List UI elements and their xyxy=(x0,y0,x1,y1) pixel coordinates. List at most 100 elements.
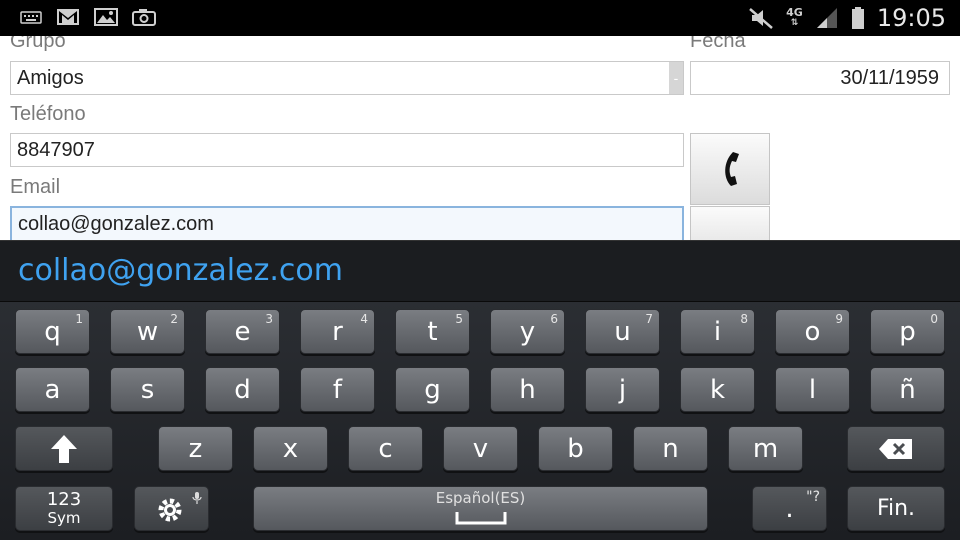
key-char: b xyxy=(567,433,584,464)
key-number: 1 xyxy=(75,312,83,326)
grupo-select[interactable]: Amigos - xyxy=(10,61,684,95)
phone-icon xyxy=(725,152,739,186)
key-number: 6 xyxy=(550,312,558,326)
done-key[interactable]: Fin. xyxy=(847,486,945,531)
key-char: a xyxy=(44,374,61,405)
key-f[interactable]: f xyxy=(300,367,375,412)
key-q[interactable]: q1 xyxy=(15,309,90,354)
key-i[interactable]: i8 xyxy=(680,309,755,354)
key-r[interactable]: r4 xyxy=(300,309,375,354)
on-screen-keyboard: q1 w2 e3 r4 t5 y6 u7 i8 o9 p0 a s d f g … xyxy=(0,302,960,540)
key-char: l xyxy=(808,374,817,405)
key-char: i xyxy=(713,316,722,347)
key-v[interactable]: v xyxy=(443,426,518,471)
symbols-key[interactable]: 123 Sym xyxy=(15,486,113,531)
space-language-label: Español(ES) xyxy=(435,489,526,507)
key-number: 7 xyxy=(645,312,653,326)
key-number: 5 xyxy=(455,312,463,326)
key-u[interactable]: u7 xyxy=(585,309,660,354)
fecha-label: Fecha xyxy=(690,36,746,52)
key-w[interactable]: w2 xyxy=(110,309,185,354)
period-alt: "? xyxy=(806,489,820,505)
key-y[interactable]: y6 xyxy=(490,309,565,354)
grupo-value: Amigos xyxy=(17,66,84,89)
call-button[interactable] xyxy=(690,133,770,205)
key-number: 3 xyxy=(265,312,273,326)
gmail-icon xyxy=(57,9,79,25)
key-g[interactable]: g xyxy=(395,367,470,412)
key-char: q xyxy=(44,316,61,347)
key-char: k xyxy=(709,374,726,405)
symbols-line1: 123 xyxy=(46,488,82,510)
key-z[interactable]: z xyxy=(158,426,233,471)
screenshot-icon xyxy=(132,9,156,26)
keyboard-icon xyxy=(20,11,42,24)
key-enye[interactable]: ñ xyxy=(870,367,945,412)
key-k[interactable]: k xyxy=(680,367,755,412)
key-number: 2 xyxy=(170,312,178,326)
email-value: collao@gonzalez.com xyxy=(18,212,214,235)
shift-key[interactable] xyxy=(15,426,113,471)
key-char: w xyxy=(136,316,159,347)
key-char: u xyxy=(614,316,631,347)
telefono-label: Teléfono xyxy=(10,103,86,125)
symbols-line2: Sym xyxy=(47,508,81,527)
key-j[interactable]: j xyxy=(585,367,660,412)
key-char: r xyxy=(332,316,343,347)
email-button[interactable] xyxy=(690,206,770,240)
key-char: m xyxy=(752,433,779,464)
key-char: c xyxy=(378,433,393,464)
network-4g-icon: 4G ⇅ xyxy=(786,6,803,28)
key-char: h xyxy=(519,374,536,405)
email-field[interactable]: collao@gonzalez.com xyxy=(10,206,684,240)
key-o[interactable]: o9 xyxy=(775,309,850,354)
mail-icon xyxy=(712,231,748,240)
key-number: 9 xyxy=(835,312,843,326)
status-bar-notifications xyxy=(20,8,156,26)
key-char: t xyxy=(427,316,438,347)
microphone-icon xyxy=(192,492,202,504)
key-char: v xyxy=(472,433,489,464)
key-c[interactable]: c xyxy=(348,426,423,471)
key-char: y xyxy=(519,316,536,347)
settings-key[interactable] xyxy=(134,486,209,531)
key-e[interactable]: e3 xyxy=(205,309,280,354)
status-bar: 4G ⇅ 19:05 xyxy=(0,0,960,36)
key-s[interactable]: s xyxy=(110,367,185,412)
mute-icon xyxy=(749,8,773,29)
key-l[interactable]: l xyxy=(775,367,850,412)
grupo-label: Grupo xyxy=(10,36,66,52)
key-m[interactable]: m xyxy=(728,426,803,471)
key-b[interactable]: b xyxy=(538,426,613,471)
key-char: o xyxy=(804,316,821,347)
key-char: z xyxy=(188,433,203,464)
key-number: 0 xyxy=(930,312,938,326)
key-char: f xyxy=(332,374,343,405)
telefono-field[interactable]: 8847907 xyxy=(10,133,684,167)
key-p[interactable]: p0 xyxy=(870,309,945,354)
key-n[interactable]: n xyxy=(633,426,708,471)
fecha-field[interactable]: 30/11/1959 xyxy=(690,61,950,95)
suggestion-word[interactable]: collao@gonzalez.com xyxy=(18,253,343,288)
gear-icon xyxy=(158,498,181,521)
key-a[interactable]: a xyxy=(15,367,90,412)
period-char: . xyxy=(785,493,794,524)
symbols-label: 123 Sym xyxy=(46,488,82,527)
battery-icon xyxy=(851,7,864,29)
key-h[interactable]: h xyxy=(490,367,565,412)
fecha-value: 30/11/1959 xyxy=(840,66,939,89)
key-d[interactable]: d xyxy=(205,367,280,412)
dropdown-icon[interactable]: - xyxy=(669,62,683,94)
key-x[interactable]: x xyxy=(253,426,328,471)
key-char: x xyxy=(282,433,299,464)
space-key[interactable]: Español(ES) xyxy=(253,486,708,531)
key-char: p xyxy=(899,316,916,347)
gallery-icon xyxy=(94,8,118,26)
period-key[interactable]: . "? xyxy=(752,486,827,531)
signal-icon xyxy=(816,8,837,28)
email-label: Email xyxy=(10,176,61,198)
backspace-key[interactable] xyxy=(847,426,945,471)
telefono-value: 8847907 xyxy=(17,138,95,161)
done-label: Fin. xyxy=(876,496,916,521)
key-t[interactable]: t5 xyxy=(395,309,470,354)
